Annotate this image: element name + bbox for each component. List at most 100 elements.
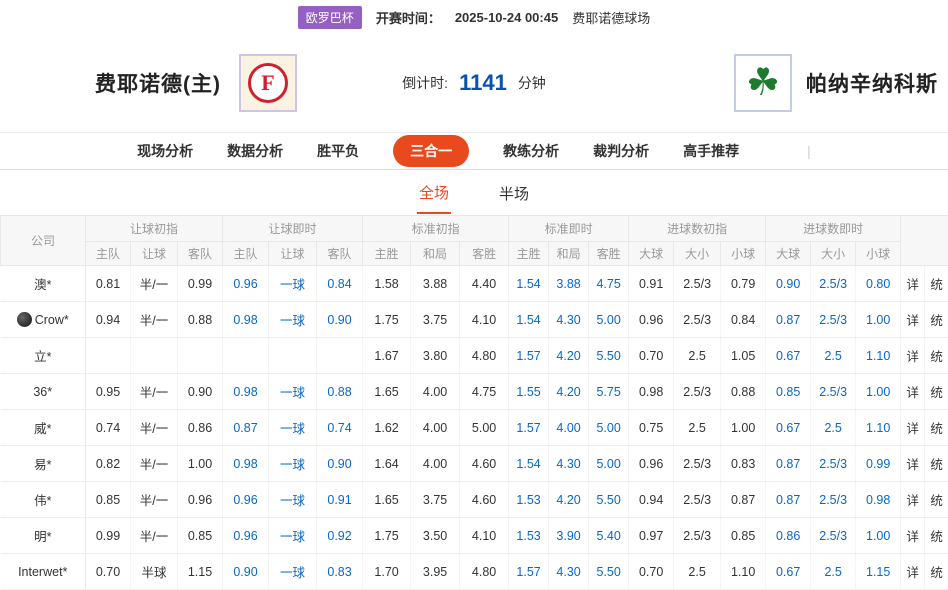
odds-cell: 1.75 <box>363 302 411 338</box>
odds-cell: 2.5/3 <box>811 446 856 482</box>
odds-cell: 5.00 <box>589 446 629 482</box>
col-header: 和局 <box>549 242 589 266</box>
group-header-goals-live: 进球数即时 <box>766 216 901 242</box>
odds-cell: 1.00 <box>178 446 223 482</box>
odds-cell: 半球 <box>131 554 178 590</box>
odds-cell: 半/一 <box>131 482 178 518</box>
group-header-handicap-initial: 让球初指 <box>86 216 223 242</box>
company-cell[interactable]: Interwet* <box>1 554 86 590</box>
odds-cell: 4.00 <box>411 410 460 446</box>
stats-link[interactable]: 统 <box>925 554 948 590</box>
detail-link[interactable]: 详 <box>901 518 925 554</box>
odds-cell <box>131 338 178 374</box>
detail-link[interactable]: 详 <box>901 410 925 446</box>
odds-cell: 2.5/3 <box>674 482 721 518</box>
nav-tab[interactable]: 数据分析 <box>227 141 283 161</box>
odds-cell: 1.10 <box>721 554 766 590</box>
odds-cell: 0.88 <box>317 374 363 410</box>
company-name: 伟* <box>34 494 51 508</box>
odds-cell: 0.98 <box>223 302 269 338</box>
odds-cell: 0.88 <box>178 302 223 338</box>
odds-cell: 0.97 <box>629 518 674 554</box>
odds-cell: 3.90 <box>549 518 589 554</box>
match-header: 费耶诺德(主) F 倒计时: 1141 分钟 ☘ 帕纳辛纳科斯 <box>0 34 948 132</box>
odds-table-body: 澳*0.81半/一0.990.96一球0.841.583.884.401.543… <box>1 266 948 590</box>
odds-cell <box>178 338 223 374</box>
odds-cell: 4.30 <box>549 302 589 338</box>
company-cell[interactable]: Crow* <box>1 302 86 338</box>
table-row: 36*0.95半/一0.900.98一球0.881.654.004.751.55… <box>1 374 948 410</box>
col-header: 客胜 <box>589 242 629 266</box>
odds-cell: 2.5 <box>811 554 856 590</box>
nav-tab[interactable]: 高手推荐 <box>683 141 739 161</box>
detail-link[interactable]: 详 <box>901 338 925 374</box>
tab-full-match[interactable]: 全场 <box>417 171 451 214</box>
nav-tab[interactable]: 教练分析 <box>503 141 559 161</box>
odds-cell: 0.87 <box>766 482 811 518</box>
stats-link[interactable]: 统 <box>925 482 948 518</box>
odds-cell: 1.57 <box>509 410 549 446</box>
col-header: 让球 <box>131 242 178 266</box>
detail-link[interactable]: 详 <box>901 446 925 482</box>
nav-tab[interactable]: 胜平负 <box>317 141 359 161</box>
company-cell[interactable]: 伟* <box>1 482 86 518</box>
kickoff-label: 开赛时间： <box>376 8 441 27</box>
odds-cell: 3.75 <box>411 482 460 518</box>
tab-half-match[interactable]: 半场 <box>497 172 531 213</box>
stats-link[interactable]: 统 <box>925 302 948 338</box>
odds-cell: 1.64 <box>363 446 411 482</box>
odds-cell: 4.00 <box>549 410 589 446</box>
odds-cell: 0.99 <box>856 446 901 482</box>
stats-link[interactable]: 统 <box>925 446 948 482</box>
company-cell[interactable]: 立* <box>1 338 86 374</box>
odds-table-wrap: 公司 让球初指 让球即时 标准初指 标准即时 进球数初指 进球数即时 主队 让球… <box>0 215 948 590</box>
stats-link[interactable]: 统 <box>925 338 948 374</box>
home-team-logo-icon: F <box>239 54 297 112</box>
league-badge[interactable]: 欧罗巴杯 <box>298 6 362 29</box>
odds-cell: 1.10 <box>856 338 901 374</box>
stats-link[interactable]: 统 <box>925 518 948 554</box>
company-cell[interactable]: 威* <box>1 410 86 446</box>
company-cell[interactable]: 澳* <box>1 266 86 302</box>
odds-cell: 2.5/3 <box>674 446 721 482</box>
detail-link[interactable]: 详 <box>901 482 925 518</box>
odds-cell: 2.5/3 <box>674 374 721 410</box>
detail-link[interactable]: 详 <box>901 554 925 590</box>
company-cell[interactable]: 易* <box>1 446 86 482</box>
odds-cell: 3.95 <box>411 554 460 590</box>
odds-cell: 4.10 <box>460 302 509 338</box>
company-cell[interactable]: 明* <box>1 518 86 554</box>
odds-cell: 1.53 <box>509 518 549 554</box>
stats-link[interactable]: 统 <box>925 266 948 302</box>
group-header-1x2-initial: 标准初指 <box>363 216 509 242</box>
odds-cell: 0.96 <box>629 302 674 338</box>
stats-link[interactable]: 统 <box>925 374 948 410</box>
odds-cell: 0.92 <box>317 518 363 554</box>
odds-cell: 0.74 <box>317 410 363 446</box>
stats-link[interactable]: 统 <box>925 410 948 446</box>
odds-cell <box>223 338 269 374</box>
odds-cell: 4.00 <box>411 374 460 410</box>
odds-cell: 0.70 <box>629 554 674 590</box>
odds-cell <box>269 338 317 374</box>
company-name: 36* <box>33 385 52 399</box>
nav-tab[interactable]: 三合一 <box>393 135 469 167</box>
company-name: 立* <box>34 350 51 364</box>
odds-cell: 0.70 <box>629 338 674 374</box>
odds-cell: 1.57 <box>509 338 549 374</box>
odds-cell: 1.70 <box>363 554 411 590</box>
odds-cell: 0.98 <box>223 446 269 482</box>
table-row: Crow*0.94半/一0.880.98一球0.901.753.754.101.… <box>1 302 948 338</box>
table-row: 威*0.74半/一0.860.87一球0.741.624.005.001.574… <box>1 410 948 446</box>
detail-link[interactable]: 详 <box>901 374 925 410</box>
odds-cell: 1.67 <box>363 338 411 374</box>
detail-link[interactable]: 详 <box>901 266 925 302</box>
detail-link[interactable]: 详 <box>901 302 925 338</box>
nav-tab[interactable]: 裁判分析 <box>593 141 649 161</box>
period-tabs: 全场 半场 <box>0 170 948 215</box>
odds-cell: 1.55 <box>509 374 549 410</box>
odds-cell: 1.10 <box>856 410 901 446</box>
company-cell[interactable]: 36* <box>1 374 86 410</box>
venue-name: 费耶诺德球场 <box>572 8 650 27</box>
nav-tab[interactable]: 现场分析 <box>137 141 193 161</box>
